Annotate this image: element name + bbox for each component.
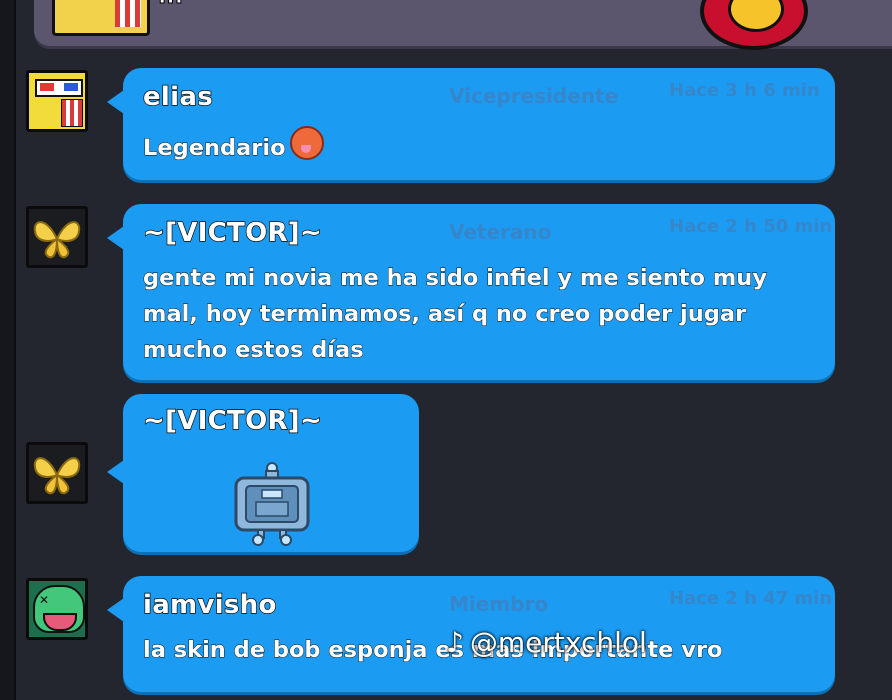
message-author[interactable]: ~[VICTOR]~ xyxy=(142,405,322,436)
robot-box-pin-icon xyxy=(234,462,310,546)
golden-butterfly-avatar-icon[interactable] xyxy=(26,206,88,268)
watermark-handle: @mertxchlol xyxy=(469,626,647,659)
message-author[interactable]: elias xyxy=(142,81,213,112)
message-author[interactable]: ~[VICTOR]~ xyxy=(142,217,322,248)
golden-butterfly-avatar-icon[interactable] xyxy=(26,442,88,504)
message-time: Hace 3 h 6 min xyxy=(669,80,820,101)
spongebob-avatar-icon xyxy=(52,0,150,36)
message-text-line: gente mi novia me ha sido infiel y me si… xyxy=(143,265,768,292)
left-rail xyxy=(0,0,16,700)
message-author[interactable]: iamvisho xyxy=(142,589,277,620)
hot-face-emoji-icon xyxy=(289,126,324,160)
message-text-line: mal, hoy terminamos, así q no creo poder… xyxy=(143,301,747,328)
spongebob-avatar-icon[interactable] xyxy=(26,70,88,132)
previous-message-text: ... xyxy=(157,0,183,10)
leon-brawler-avatar-icon[interactable]: ✕ xyxy=(26,578,88,640)
message-text: Legendario xyxy=(143,126,324,166)
message-role: Veterano xyxy=(449,220,552,244)
message-time: Hace 2 h 50 min xyxy=(669,216,833,237)
message-role: Vicepresidente xyxy=(449,84,619,108)
tiktok-icon: ♪ xyxy=(446,626,464,659)
chat-message[interactable]: ~[VICTOR]~ Veterano Hace 2 h 50 min gent… xyxy=(107,204,835,380)
message-text-line: mucho estos días xyxy=(143,337,365,364)
chat-message[interactable]: elias Vicepresidente Hace 3 h 6 min Lege… xyxy=(107,68,835,180)
tiktok-watermark: ♪ @mertxchlol xyxy=(446,626,647,659)
message-role: Miembro xyxy=(449,592,549,616)
message-time: Hace 2 h 47 min xyxy=(669,588,833,609)
